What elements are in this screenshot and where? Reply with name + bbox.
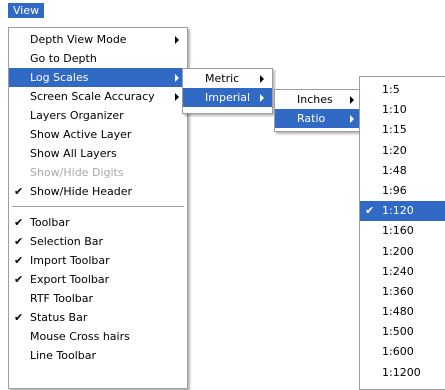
menu-item-label: Go to Depth: [30, 52, 97, 65]
submenu-arrow-icon: [260, 94, 264, 102]
menu-item-label: 1:96: [382, 183, 407, 197]
menu-item-label: Status Bar: [30, 311, 88, 324]
submenu-arrow-icon: [260, 75, 264, 83]
ratio-item-1-120[interactable]: ✔ 1:120: [360, 201, 445, 222]
submenu-arrow-icon: [175, 93, 179, 101]
imperial-submenu: Inches Ratio: [274, 89, 363, 132]
ratio-item-1-160[interactable]: 1:160: [360, 221, 445, 241]
menu-item-label: 1:1200: [382, 365, 421, 379]
menu-separator: [12, 206, 184, 207]
ratio-submenu: 1:5 1:10 1:15 1:20 1:48 1:96 ✔ 1:120 1:160 1:200 1…: [359, 76, 445, 390]
menu-item-toolbar[interactable]: ✔ Toolbar: [9, 213, 187, 232]
menu-item-label: Imperial: [205, 91, 251, 104]
menu-item-layers-organizer[interactable]: Layers Organizer: [9, 106, 187, 125]
submenu-arrow-icon: [175, 36, 179, 44]
menu-item-label: Inches: [297, 93, 333, 106]
menu-item-label: Show Active Layer: [30, 128, 132, 141]
menu-item-label: 1:480: [382, 305, 414, 319]
menu-item-label: RTF Toolbar: [30, 292, 93, 305]
submenu-arrow-icon: [350, 115, 354, 123]
ratio-item-1-5[interactable]: 1:5: [360, 80, 445, 100]
menu-item-label: 1:20: [382, 143, 407, 157]
ratio-item-1-96[interactable]: 1:96: [360, 181, 445, 201]
menu-item-go-to-depth[interactable]: Go to Depth: [9, 49, 187, 68]
menu-item-label: Mouse Cross hairs: [30, 330, 130, 343]
checkmark-icon: ✔: [365, 204, 375, 218]
ratio-item-1-48[interactable]: 1:48: [360, 161, 445, 181]
menu-item-label: Selection Bar: [30, 235, 103, 248]
view-menu: Depth View Mode Go to Depth Log Scales Scre…: [8, 27, 188, 389]
ratio-item-1-360[interactable]: 1:360: [360, 282, 445, 302]
menu-item-show-hide-digits: Show/Hide Digits: [9, 163, 187, 182]
checkmark-icon: ✔: [14, 254, 24, 267]
menu-item-label: 1:48: [382, 163, 407, 177]
menu-item-label: 1:15: [382, 123, 407, 137]
checkmark-icon: ✔: [14, 311, 24, 324]
menu-item-rtf-toolbar[interactable]: RTF Toolbar: [9, 289, 187, 308]
menu-item-label: Screen Scale Accuracy: [30, 90, 155, 103]
menu-item-import-toolbar[interactable]: ✔ Import Toolbar: [9, 251, 187, 270]
imperial-item-inches[interactable]: Inches: [275, 90, 362, 109]
ratio-item-1-480[interactable]: 1:480: [360, 302, 445, 322]
checkmark-icon: ✔: [14, 235, 24, 248]
menu-item-log-scales[interactable]: Log Scales: [9, 68, 187, 87]
ratio-item-1-600[interactable]: 1:600: [360, 342, 445, 362]
menu-item-label: 1:360: [382, 284, 414, 298]
menu-item-label: 1:600: [382, 345, 414, 359]
menu-item-mouse-cross-hairs[interactable]: Mouse Cross hairs: [9, 327, 187, 346]
menu-item-label: 1:10: [382, 103, 407, 117]
log-scales-submenu: Metric Imperial: [182, 68, 273, 114]
menu-item-depth-view-mode[interactable]: Depth View Mode: [9, 30, 187, 49]
menu-item-show-active-layer[interactable]: Show Active Layer: [9, 125, 187, 144]
submenu-arrow-icon: [175, 74, 179, 82]
menu-item-label: Metric: [205, 72, 240, 85]
ratio-item-1-20[interactable]: 1:20: [360, 141, 445, 161]
ratio-item-1-10[interactable]: 1:10: [360, 100, 445, 120]
menu-item-label: Log Scales: [30, 71, 89, 84]
log-scales-item-imperial[interactable]: Imperial: [183, 88, 272, 107]
menu-item-selection-bar[interactable]: ✔ Selection Bar: [9, 232, 187, 251]
ratio-item-1-15[interactable]: 1:15: [360, 120, 445, 140]
menu-item-screen-scale-accuracy[interactable]: Screen Scale Accuracy: [9, 87, 187, 106]
menu-item-label: 1:5: [382, 83, 400, 96]
submenu-arrow-icon: [350, 96, 354, 104]
menu-item-label: 1:120: [382, 204, 414, 218]
menu-item-label: 1:500: [382, 325, 414, 339]
menu-item-label: Import Toolbar: [30, 254, 110, 267]
imperial-item-ratio[interactable]: Ratio: [275, 109, 362, 128]
menu-item-label: Layers Organizer: [30, 109, 124, 122]
menu-item-label: Toolbar: [30, 216, 70, 229]
menu-view[interactable]: View: [8, 3, 45, 18]
menu-item-label: Show/Hide Digits: [30, 166, 124, 179]
checkmark-icon: ✔: [14, 216, 24, 229]
ratio-item-1-200[interactable]: 1:200: [360, 242, 445, 262]
checkmark-icon: ✔: [14, 273, 24, 286]
checkmark-icon: ✔: [14, 185, 24, 198]
menu-item-show-hide-header[interactable]: ✔ Show/Hide Header: [9, 182, 187, 201]
ratio-item-1-1200[interactable]: 1:1200: [360, 363, 445, 383]
ratio-item-1-240[interactable]: 1:240: [360, 262, 445, 282]
menu-item-export-toolbar[interactable]: ✔ Export Toolbar: [9, 270, 187, 289]
menu-item-label: Show All Layers: [30, 147, 117, 160]
log-scales-item-metric[interactable]: Metric: [183, 69, 272, 88]
menu-item-label: 1:240: [382, 264, 414, 278]
ratio-item-1-500[interactable]: 1:500: [360, 322, 445, 342]
menu-item-label: Line Toolbar: [30, 349, 97, 362]
menu-item-label: 1:160: [382, 224, 414, 238]
menu-item-label: Show/Hide Header: [30, 185, 133, 198]
menu-item-label: Ratio: [297, 112, 326, 125]
menu-item-show-all-layers[interactable]: Show All Layers: [9, 144, 187, 163]
menu-item-label: Export Toolbar: [30, 273, 110, 286]
menu-item-line-toolbar[interactable]: Line Toolbar: [9, 346, 187, 365]
menu-item-label: Depth View Mode: [30, 33, 127, 46]
menu-item-label: 1:200: [382, 244, 414, 258]
menu-item-status-bar[interactable]: ✔ Status Bar: [9, 308, 187, 327]
